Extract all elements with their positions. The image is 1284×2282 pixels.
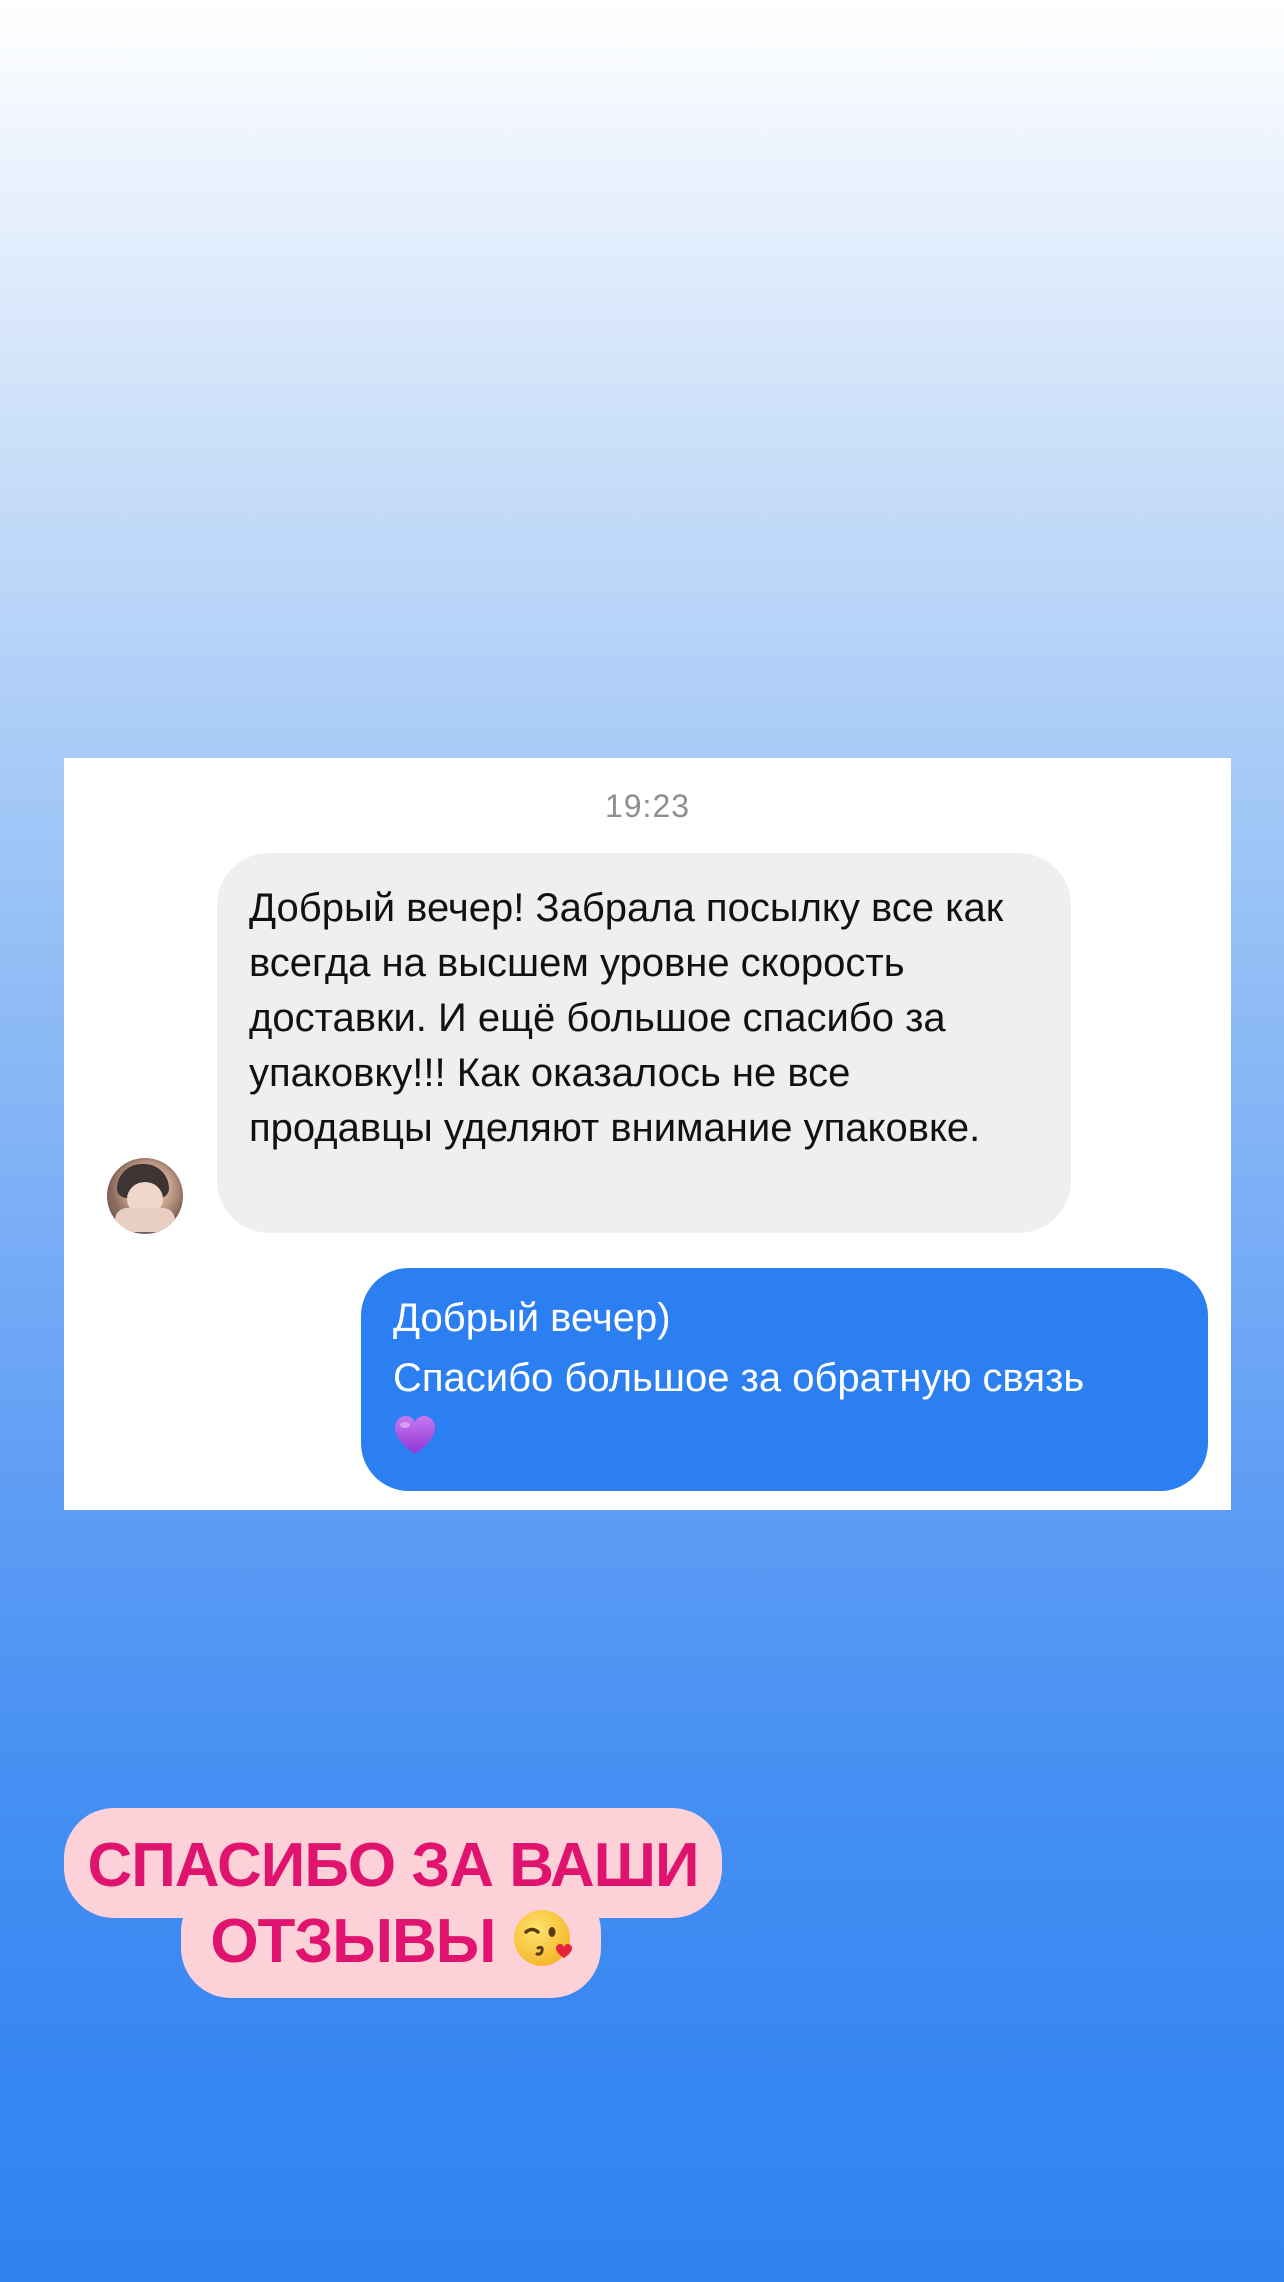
incoming-message-bubble[interactable]: Добрый вечер! Забрала посылку все как вс… [217, 853, 1071, 1233]
outgoing-message-bubble[interactable]: Добрый вечер) Спасибо большое за обратну… [361, 1268, 1208, 1491]
message-timestamp: 19:23 [604, 788, 691, 824]
purple-heart-icon [395, 1416, 435, 1455]
outgoing-message-line1: Добрый вечер) [393, 1296, 671, 1340]
sender-avatar[interactable] [107, 1158, 183, 1234]
outgoing-message-line2: Спасибо большое за обратную связь [393, 1356, 1085, 1400]
incoming-message-text: Добрый вечер! Забрала посылку все как вс… [249, 886, 1004, 1150]
chat-screenshot: 19:23 Добрый вечер! Забрала посылку все … [64, 758, 1231, 1510]
kissing-wink-face-icon [513, 1910, 572, 1966]
thanks-sticker[interactable]: СПАСИБО ЗА ВАШИ ОТЗЫВЫ [64, 1808, 724, 1998]
sticker-line2: ОТЗЫВЫ [210, 1907, 496, 1976]
sticker-line1: СПАСИБО ЗА ВАШИ [87, 1831, 699, 1900]
